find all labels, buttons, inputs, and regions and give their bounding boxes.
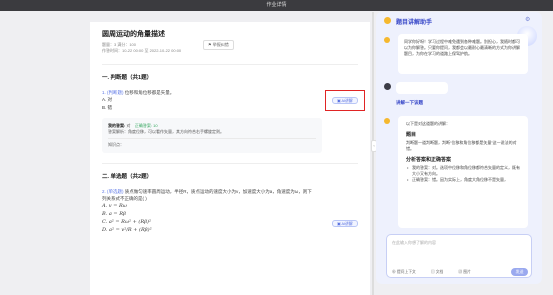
assistant-header: 题目讲解助手 ⚙	[376, 12, 542, 29]
divider	[102, 64, 358, 65]
document-label: 文档	[435, 270, 444, 274]
heading-analysis: 分析答案和正确答案	[406, 157, 452, 163]
my-answer-label: 我的答案:	[108, 123, 126, 128]
top-bar: 作业详情	[0, 0, 553, 11]
question-summary: 判断题一道判断题，判断“位移和角位移都是矢量”这一说法的对错。	[406, 140, 517, 151]
flag-icon: ⚑	[208, 42, 212, 47]
document-button[interactable]: ▤ 文档	[431, 270, 450, 274]
report-error-button[interactable]: ⚑ 举报纠错	[203, 40, 234, 50]
explanation-intro: 以下是对这道题的讲解：	[406, 121, 450, 126]
ai-explain-button-q2[interactable]: ▣ AI讲解	[332, 220, 358, 227]
question-input[interactable]: 在此输入你想了解的内容 ⊕ 提问上下文 ▤ 文档 ▧ 图片 发送	[386, 234, 532, 278]
highlight-box	[325, 90, 365, 111]
homework-title: 圆周运动的角量描述	[102, 31, 165, 38]
knowledge-point: 知识点：	[108, 142, 124, 147]
send-button[interactable]: 发送	[511, 268, 528, 276]
input-tools: ⊕ 提问上下文 ▤ 文档 ▧ 图片	[392, 270, 485, 275]
input-placeholder: 在此输入你想了解的内容	[392, 240, 436, 245]
intro-text: 同学你好呀！学习过程中难免遇到各种难题。别担心，我随时都可以为你解答。只要你提问…	[404, 39, 520, 56]
option-b[interactable]: B. 错	[102, 104, 358, 112]
question-2: 2. (单选题) 质点做匀速率圆周运动，半径R，质点运动的速度大小为v，加速度大…	[102, 188, 312, 202]
question-type-tag: 1. (判断题)	[102, 90, 124, 95]
answer-box: 我的答案: 对 正确答案: 10 答案解析：角度位移，可以看作矢量，其方向符合右…	[102, 118, 322, 153]
my-answer-value: 对	[126, 123, 131, 128]
bot-avatar-icon	[384, 118, 390, 124]
question-1-text: 位移和角位移都是矢量。	[124, 90, 175, 95]
explanation-message: 以下是对这道题的讲解： 题目 判断题一道判断题，判断“位移和角位移都是矢量”这一…	[398, 116, 528, 228]
settings-icon[interactable]: ⚙	[525, 16, 530, 23]
intro-message: 同学你好呀！学习过程中难免遇到各种难题。别担心，我随时都可以为你解答。只要你提问…	[398, 34, 528, 74]
question-type-tag: 2. (单选题)	[102, 189, 124, 194]
question-1: 1. (判断题) 位移和角位移都是矢量。	[102, 89, 358, 96]
divider	[108, 138, 316, 139]
report-error-label: 举报纠错	[212, 42, 229, 47]
bullet-my-answer: 我的答案：对。选项中位移和角位移都符合矢量的定义，既有大小又有方向。	[406, 165, 520, 177]
page-title: 作业详情	[266, 2, 287, 8]
option-c[interactable]: C. a² = Rω² + (Rβ)²	[102, 218, 358, 226]
bot-avatar-icon	[384, 37, 390, 43]
ai-explain-label: AI讲解	[341, 222, 353, 226]
option-b[interactable]: B. a = Rβ	[102, 210, 358, 218]
option-a[interactable]: A. v = Rω	[102, 202, 358, 210]
option-d[interactable]: D. a² = v²/R + (Rβ)²	[102, 226, 358, 234]
user-message-bubble	[396, 82, 448, 94]
homework-document: 圆周运动的角量描述 题量：3 满分：100 作答时间：10-22 00:00 至…	[90, 22, 370, 295]
context-label: 提问上下文	[396, 270, 416, 274]
section-title-single-choice: 二. 单选题（共2题）	[102, 174, 153, 180]
image-button[interactable]: ▧ 图片	[458, 270, 477, 274]
panel-divider	[372, 12, 374, 295]
question-2-text: 质点做匀速率圆周运动，半径R，质点运动的速度大小为v，加速度大小为a，角速度为ω…	[102, 189, 312, 201]
assistant-title: 题目讲解助手	[396, 20, 433, 26]
context-button[interactable]: ⊕ 提问上下文	[392, 270, 423, 274]
assistant-logo-icon	[384, 17, 391, 24]
section-title-judgement: 一. 判断题（共1题）	[102, 75, 153, 81]
bullet-correct-answer: 正确答案：错。因为实际上，角度大角位移不是矢量，	[406, 177, 520, 183]
divider	[102, 163, 358, 164]
correct-answer: 正确答案: 10	[134, 123, 158, 128]
user-avatar	[384, 83, 391, 90]
option-a[interactable]: A. 对	[102, 96, 358, 104]
image-label: 图片	[463, 270, 471, 274]
answer-explanation: 答案解析：角度位移，可以看作矢量，其方向符合右手螺旋定则。	[108, 129, 224, 134]
user-message: 讲解一下该题	[396, 100, 423, 105]
heading-question: 题目	[406, 132, 417, 138]
assistant-panel: 题目讲解助手 ⚙ 同学你好呀！学习过程中难免遇到各种难题。别担心，我随时都可以为…	[376, 12, 542, 284]
